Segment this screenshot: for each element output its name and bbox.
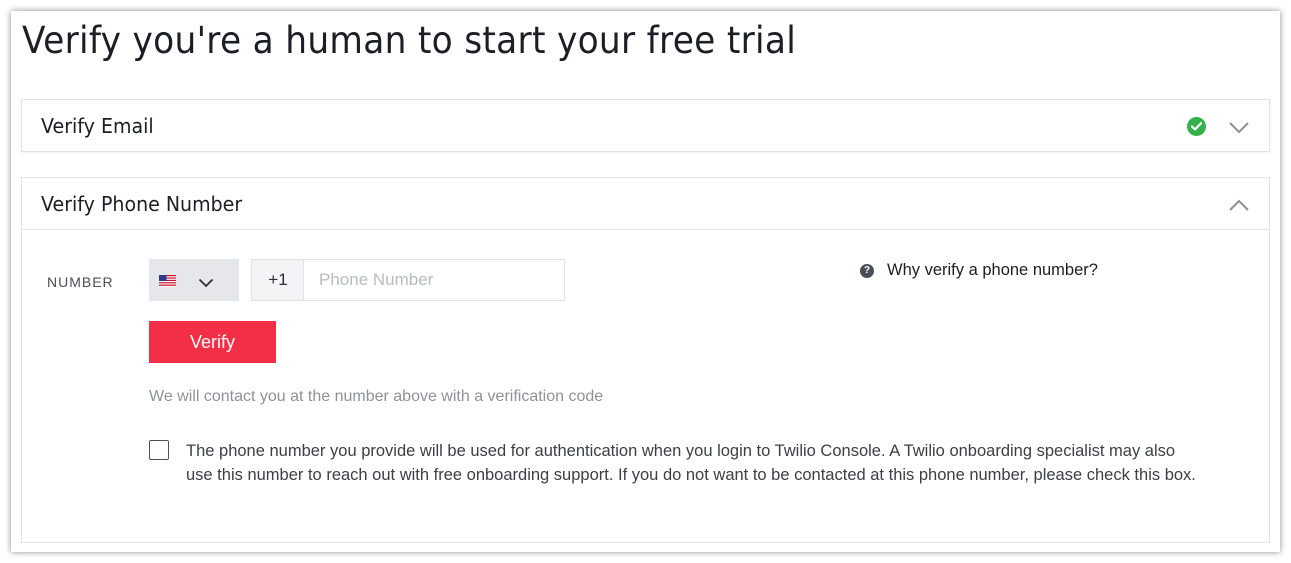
chevron-down-icon[interactable] [1228, 121, 1250, 135]
number-label: NUMBER [47, 274, 114, 290]
verify-phone-header[interactable]: Verify Phone Number [22, 178, 1269, 230]
chevron-down-icon [198, 275, 214, 293]
verify-email-title: Verify Email [41, 114, 154, 138]
check-circle-icon [1187, 117, 1206, 136]
verify-phone-title: Verify Phone Number [41, 192, 243, 216]
country-select[interactable] [149, 259, 239, 301]
helper-text: We will contact you at the number above … [149, 388, 604, 405]
verify-email-panel: Verify Email [21, 99, 1270, 152]
chevron-up-icon[interactable] [1228, 198, 1250, 212]
why-verify-label: Why verify a phone number? [887, 261, 1098, 279]
page-title: Verify you're a human to start your free… [22, 19, 797, 62]
optout-checkbox[interactable] [149, 440, 169, 460]
verify-button[interactable]: Verify [149, 321, 276, 363]
question-circle-icon: ? [860, 264, 874, 278]
phone-number-input[interactable] [303, 259, 565, 301]
optout-text: The phone number you provide will be use… [186, 442, 1196, 484]
verify-email-header[interactable]: Verify Email [22, 100, 1269, 151]
verify-phone-panel: Verify Phone Number NUMBER +1 Phone Numb… [21, 177, 1270, 543]
verification-window: Verify you're a human to start your free… [11, 11, 1280, 552]
us-flag-icon [159, 274, 176, 287]
dial-code: +1 [251, 259, 304, 301]
